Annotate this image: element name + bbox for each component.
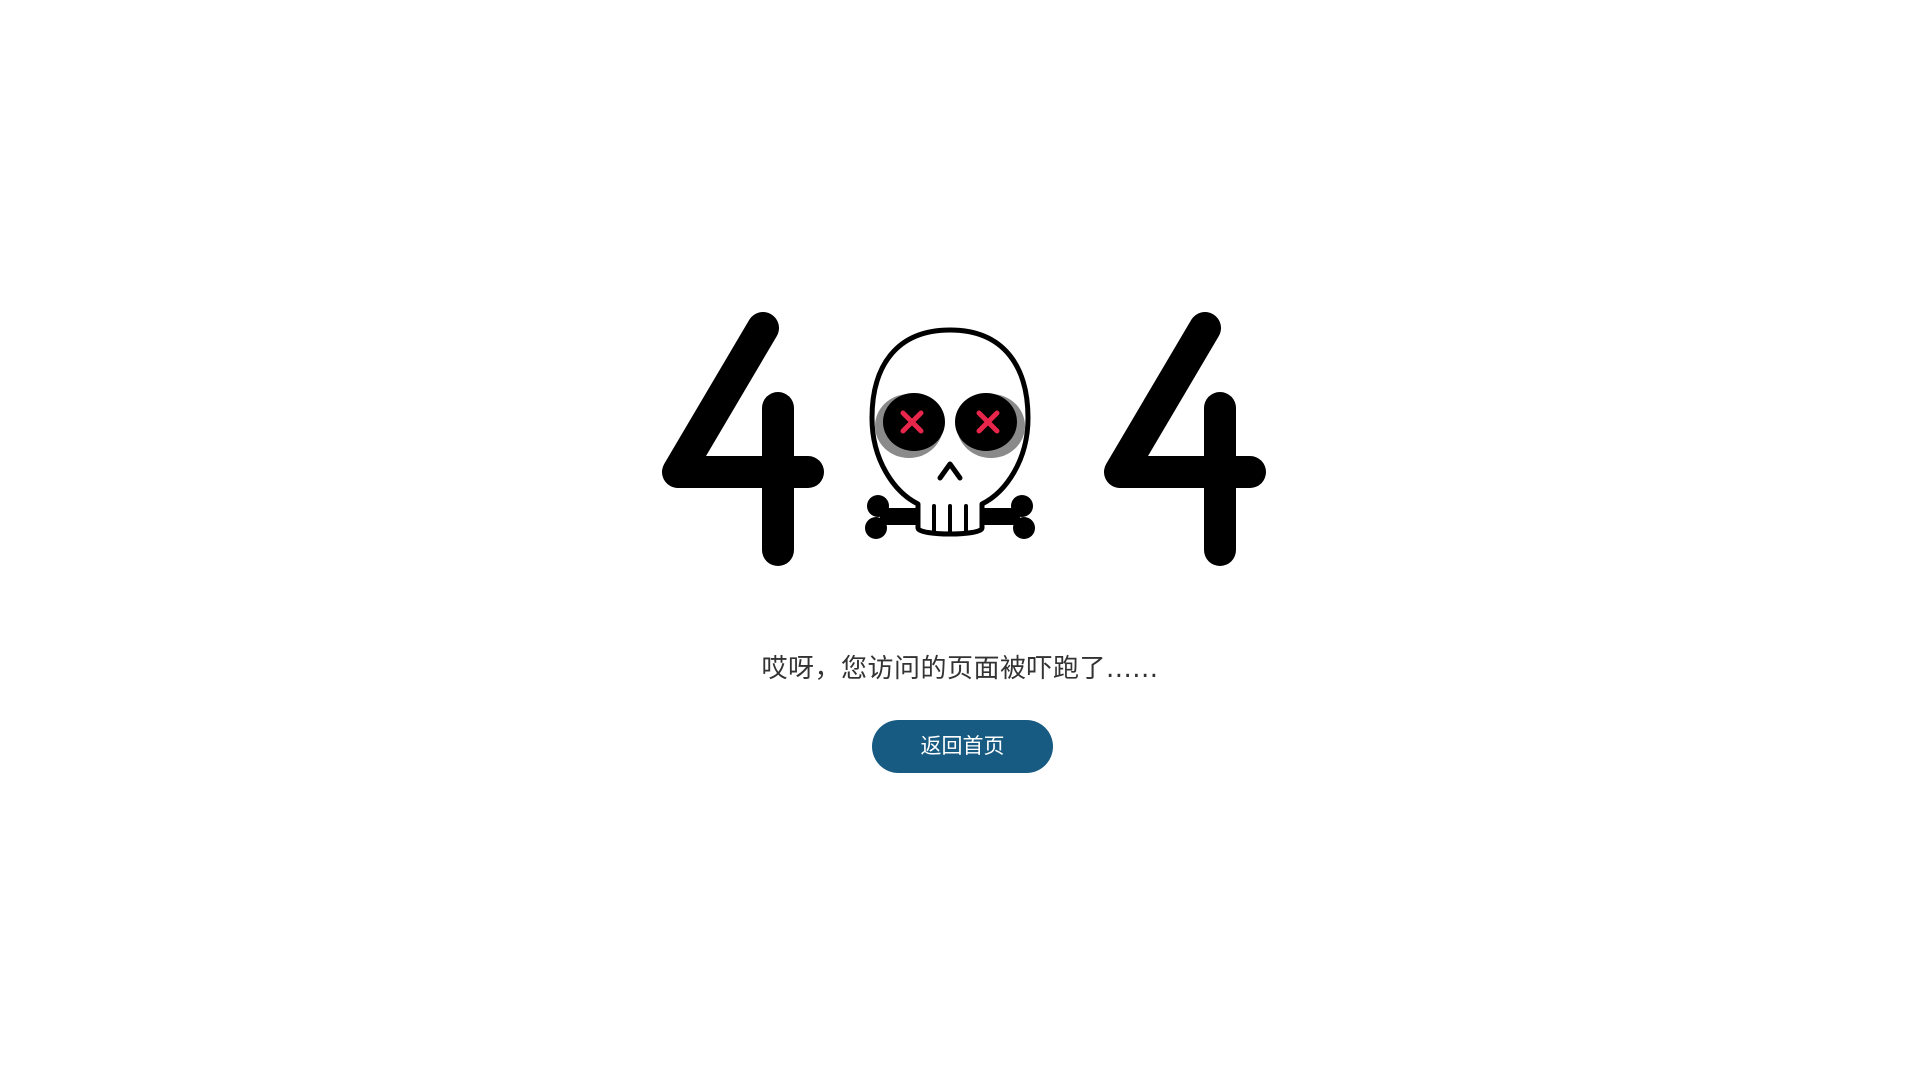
digit-four-left xyxy=(662,312,824,566)
error-404-graphic xyxy=(662,312,1266,566)
skull-crossbones-icon xyxy=(865,327,1035,539)
error-page: 哎呀，您访问的页面被吓跑了...... 返回首页 xyxy=(0,0,1920,1080)
return-home-button[interactable]: 返回首页 xyxy=(872,720,1053,773)
digit-four-right xyxy=(1104,312,1266,566)
error-message: 哎呀，您访问的页面被吓跑了...... xyxy=(761,654,1159,684)
error-404-illustration xyxy=(650,300,1290,580)
